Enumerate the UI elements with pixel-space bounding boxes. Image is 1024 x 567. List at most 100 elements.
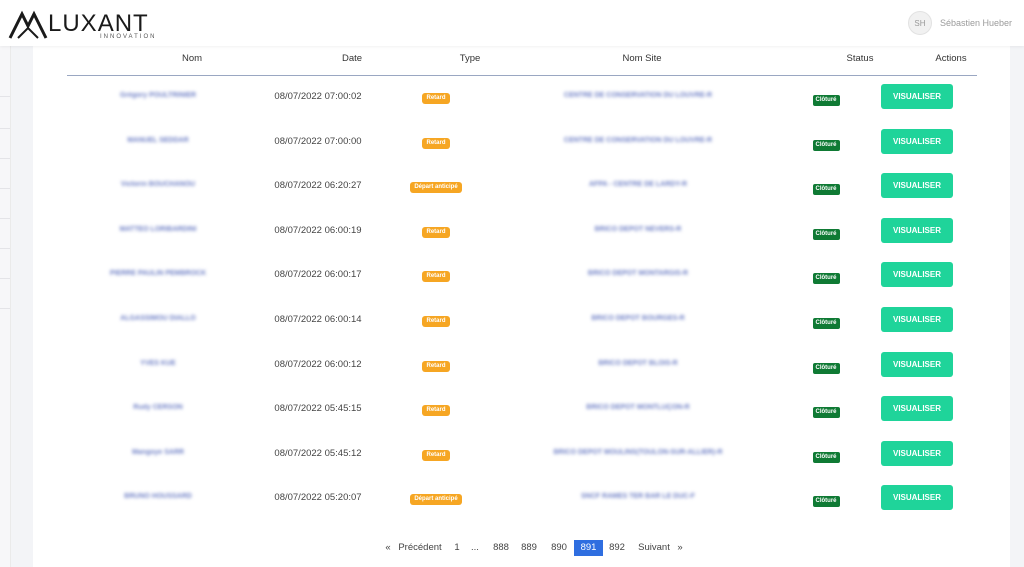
row-type-cell: Retard [391, 93, 481, 104]
pagination-ellipsis: ... [471, 542, 479, 553]
top-bar: LUXANT INNOVATION SH Sébastien Hueber [0, 0, 1024, 46]
pagination-page-891-active[interactable]: 891 [574, 540, 603, 556]
row-name[interactable]: MANUEL SEDDAR [73, 137, 243, 144]
row-status-cell: Clôturé [791, 361, 861, 374]
pagination-page-890[interactable]: 890 [545, 540, 573, 556]
row-date: 08/07/2022 06:00:12 [274, 359, 362, 370]
column-header-type: Type [459, 53, 481, 64]
left-sidebar [0, 46, 11, 567]
column-header-nom: Nom [181, 53, 203, 64]
row-site-link[interactable]: CENTRE DE CONSERVATION DU LOUVRE-R [503, 92, 773, 99]
pagination-page-888[interactable]: 888 [489, 540, 513, 556]
row-status-cell: Clôturé [791, 93, 861, 106]
visualiser-button[interactable]: VISUALISER [881, 441, 953, 466]
status-badge: Clôturé [812, 229, 840, 240]
row-status-cell: Clôturé [791, 227, 861, 240]
row-site-link[interactable]: SNCF RAMES TER BAR LE DUC-F [503, 493, 773, 500]
pagination-next[interactable]: Suivant [633, 540, 675, 556]
visualiser-button[interactable]: VISUALISER [881, 262, 953, 287]
pagination-page-889[interactable]: 889 [517, 540, 541, 556]
status-badge: Clôturé [812, 95, 840, 106]
row-date: 08/07/2022 06:00:19 [274, 225, 362, 236]
incidents-table-card: Nom Date Type Nom Site Status Actions Gr… [33, 46, 1010, 567]
status-badge: Clôturé [812, 496, 840, 507]
table-row: Rudy CERSON 08/07/2022 05:45:15 Retard BRIC… [33, 388, 1010, 432]
pagination-first[interactable]: « [382, 540, 394, 556]
visualiser-button[interactable]: VISUALISER [881, 352, 953, 377]
row-site-link[interactable]: BRICO DEPOT BLOIS-R [503, 360, 773, 367]
row-site-link[interactable]: AFPA - CENTRE DE LARDY-R [503, 181, 773, 188]
row-date: 08/07/2022 07:00:02 [274, 91, 362, 102]
row-status-cell: Clôturé [791, 316, 861, 329]
table-header: Nom Date Type Nom Site Status Actions [67, 46, 977, 76]
row-site-link[interactable]: BRICO DEPOT BOURGES-R [503, 315, 773, 322]
sidebar-divider [0, 308, 10, 309]
sidebar-divider [0, 218, 10, 219]
visualiser-button[interactable]: VISUALISER [881, 84, 953, 109]
row-name[interactable]: PIERRE PAULIN PEMBROCK [73, 270, 243, 277]
visualiser-button[interactable]: VISUALISER [881, 129, 953, 154]
row-status-cell: Clôturé [791, 450, 861, 463]
type-badge: Retard [422, 405, 450, 416]
row-name[interactable]: YVES KUE [73, 360, 243, 367]
type-badge: Retard [422, 316, 450, 327]
table-row: Victorin BOUCHANOU 08/07/2022 06:20:27 Dép… [33, 165, 1010, 209]
pagination: « Précédent 1 ... 888 889 890 891 892 Su… [33, 540, 1010, 556]
row-type-cell: Départ anticipé [391, 182, 481, 193]
status-badge: Clôturé [812, 273, 840, 284]
row-type-cell: Retard [391, 405, 481, 416]
row-status-cell: Clôturé [791, 182, 861, 195]
visualiser-button[interactable]: VISUALISER [881, 173, 953, 198]
row-status-cell: Clôturé [791, 271, 861, 284]
table-row: MATTEO LORIBARDINI 08/07/2022 06:00:19 Ret… [33, 210, 1010, 254]
row-date: 08/07/2022 05:20:07 [274, 492, 362, 503]
row-date: 08/07/2022 06:20:27 [274, 180, 362, 191]
table-row: ALGASSIMOU DIALLO 08/07/2022 06:00:14 Reta… [33, 299, 1010, 343]
status-badge: Clôturé [812, 184, 840, 195]
table-row: YVES KUE 08/07/2022 06:00:12 Retard BRICO D… [33, 344, 1010, 388]
visualiser-button[interactable]: VISUALISER [881, 396, 953, 421]
type-badge: Départ anticipé [410, 494, 462, 505]
sidebar-divider [0, 128, 10, 129]
row-date: 08/07/2022 06:00:17 [274, 269, 362, 280]
user-name[interactable]: Sébastien Hueber [940, 18, 1012, 28]
row-site-link[interactable]: BRICO DEPOT NEVERS-R [503, 226, 773, 233]
sidebar-divider [0, 96, 10, 97]
pagination-last[interactable]: » [674, 540, 686, 556]
row-type-cell: Retard [391, 138, 481, 149]
row-name[interactable]: ALGASSIMOU DIALLO [73, 315, 243, 322]
pagination-page-1[interactable]: 1 [450, 540, 464, 556]
luxant-logo[interactable]: LUXANT INNOVATION [8, 8, 158, 42]
column-header-date: Date [341, 53, 363, 64]
row-type-cell: Retard [391, 271, 481, 282]
row-name[interactable]: Rudy CERSON [73, 404, 243, 411]
status-badge: Clôturé [812, 363, 840, 374]
row-date: 08/07/2022 06:00:14 [274, 314, 362, 325]
row-type-cell: Retard [391, 361, 481, 372]
row-name[interactable]: Mangoye SARR [73, 449, 243, 456]
row-site-link[interactable]: BRICO DEPOT MONTARGIS-R [503, 270, 773, 277]
row-site-link[interactable]: BRICO DEPOT MONTLUÇON-R [503, 404, 773, 411]
status-badge: Clôturé [812, 140, 840, 151]
row-type-cell: Départ anticipé [391, 494, 481, 505]
row-site-link[interactable]: BRICO DEPOT MOULINS(TOULON-SUR-ALLIER)-R [503, 449, 773, 456]
table-row: BRUNO HOUSSARD 08/07/2022 05:20:07 Départ … [33, 477, 1010, 521]
row-status-cell: Clôturé [791, 138, 861, 151]
type-badge: Retard [422, 450, 450, 461]
sidebar-divider [0, 188, 10, 189]
visualiser-button[interactable]: VISUALISER [881, 218, 953, 243]
table-row: MANUEL SEDDAR 08/07/2022 07:00:00 Retard CE… [33, 121, 1010, 165]
user-menu[interactable]: SH Sébastien Hueber [907, 11, 1012, 35]
row-name[interactable]: MATTEO LORIBARDINI [73, 226, 243, 233]
row-name[interactable]: Grégory POULTRINIER [73, 92, 243, 99]
type-badge: Retard [422, 227, 450, 238]
visualiser-button[interactable]: VISUALISER [881, 307, 953, 332]
pagination-previous[interactable]: Précédent [395, 540, 445, 556]
row-name[interactable]: Victorin BOUCHANOU [73, 181, 243, 188]
avatar[interactable]: SH [907, 11, 932, 35]
column-header-nom-site: Nom Site [622, 53, 662, 64]
visualiser-button[interactable]: VISUALISER [881, 485, 953, 510]
row-name[interactable]: BRUNO HOUSSARD [73, 493, 243, 500]
pagination-page-892[interactable]: 892 [604, 540, 630, 556]
row-site-link[interactable]: CENTRE DE CONSERVATION DU LOUVRE-R [503, 137, 773, 144]
